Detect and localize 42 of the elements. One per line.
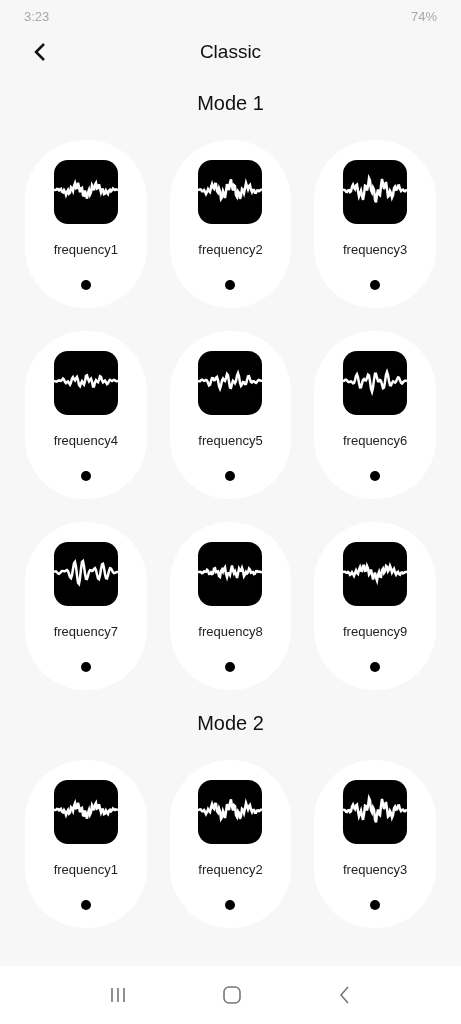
frequency-card[interactable]: frequency7: [25, 522, 147, 690]
frequency-card[interactable]: frequency2: [169, 760, 292, 928]
waveform-icon: [53, 160, 118, 224]
section-title: Mode 1: [197, 91, 264, 116]
frequency-card[interactable]: frequency2: [169, 140, 292, 308]
frequency-label: frequency1: [53, 861, 118, 879]
frequency-label: frequency8: [198, 623, 263, 641]
frequency-card[interactable]: frequency6: [314, 331, 436, 499]
waveform-icon: [53, 351, 118, 415]
waveform-icon: [53, 780, 118, 844]
frequency-card[interactable]: frequency3: [314, 760, 436, 928]
frequency-label: frequency1: [53, 241, 118, 259]
frequency-card[interactable]: frequency4: [25, 331, 147, 499]
frequency-card[interactable]: frequency3: [314, 140, 436, 308]
waveform-icon: [198, 542, 263, 606]
waveform-icon: [343, 780, 408, 844]
waveform-icon: [343, 542, 408, 606]
page-title: Classic: [199, 39, 262, 64]
battery-level: 74%: [410, 8, 437, 27]
home-button[interactable]: [221, 985, 242, 1005]
frequency-label: frequency2: [198, 861, 263, 879]
frequency-label: frequency3: [343, 241, 408, 259]
waveform-icon: [53, 542, 118, 606]
frequency-label: frequency5: [198, 432, 263, 450]
frequency-label: frequency9: [343, 623, 408, 641]
frequency-label: frequency3: [343, 861, 408, 879]
frequency-card[interactable]: frequency8: [169, 522, 292, 690]
waveform-icon: [198, 780, 263, 844]
frequency-card[interactable]: frequency1: [25, 760, 147, 928]
waveform-icon: [198, 160, 263, 224]
frequency-label: frequency2: [198, 241, 263, 259]
frequency-card[interactable]: frequency9: [314, 522, 436, 690]
waveform-icon: [343, 351, 408, 415]
section-title: Mode 2: [197, 711, 264, 736]
frequency-card[interactable]: frequency1: [25, 140, 147, 308]
frequency-label: frequency4: [53, 432, 118, 450]
status-time: 3:23: [24, 8, 50, 27]
frequency-label: frequency7: [53, 623, 118, 641]
waveform-icon: [343, 160, 408, 224]
frequency-card[interactable]: frequency5: [169, 331, 292, 499]
waveform-icon: [198, 351, 263, 415]
frequency-label: frequency6: [343, 432, 408, 450]
